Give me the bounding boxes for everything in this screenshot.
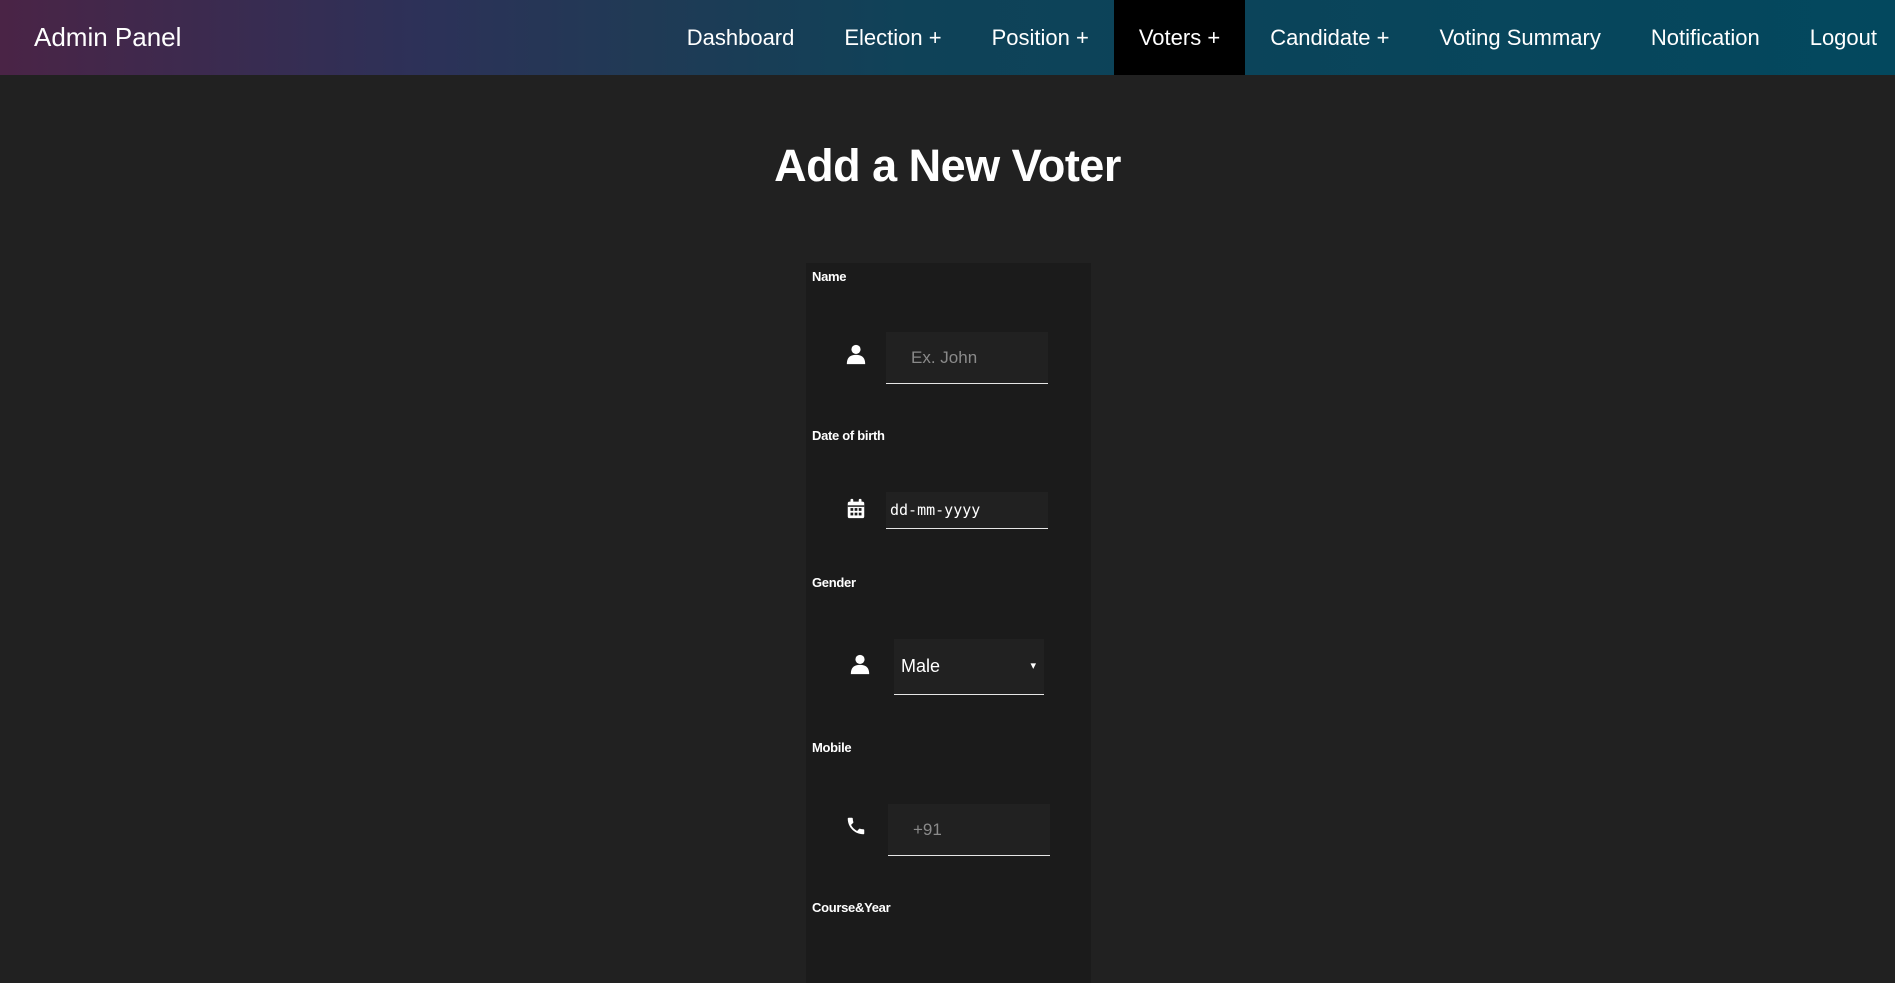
voter-form: Name Date of birth dd-mm-yyyy Gender Mal… [806,263,1091,983]
gender-label: Gender [812,575,856,590]
user-icon [849,653,871,675]
gender-select[interactable]: Male ▾ [894,639,1044,695]
nav-election[interactable]: Election + [819,0,966,75]
page-title: Add a New Voter [774,140,1121,191]
gender-selected-value: Male [901,656,941,676]
nav-dashboard[interactable]: Dashboard [662,0,820,75]
user-icon [845,343,867,365]
main-nav: Dashboard Election + Position + Voters +… [662,0,1895,75]
mobile-input[interactable] [888,804,1050,856]
nav-voting-summary[interactable]: Voting Summary [1414,0,1625,75]
nav-candidate[interactable]: Candidate + [1245,0,1414,75]
nav-logout[interactable]: Logout [1785,0,1895,75]
course-year-label: Course&Year [812,900,891,915]
nav-notification[interactable]: Notification [1626,0,1785,75]
top-navbar: Admin Panel Dashboard Election + Positio… [0,0,1895,75]
nav-position[interactable]: Position + [967,0,1114,75]
calendar-icon [845,498,867,520]
dob-input[interactable]: dd-mm-yyyy [886,492,1048,529]
brand-title[interactable]: Admin Panel [34,0,181,75]
dob-label: Date of birth [812,428,885,443]
name-label: Name [812,269,847,284]
chevron-down-icon: ▾ [1030,660,1036,672]
name-input[interactable] [886,332,1048,384]
phone-icon [845,815,867,837]
mobile-label: Mobile [812,740,852,755]
nav-voters[interactable]: Voters + [1113,0,1246,75]
